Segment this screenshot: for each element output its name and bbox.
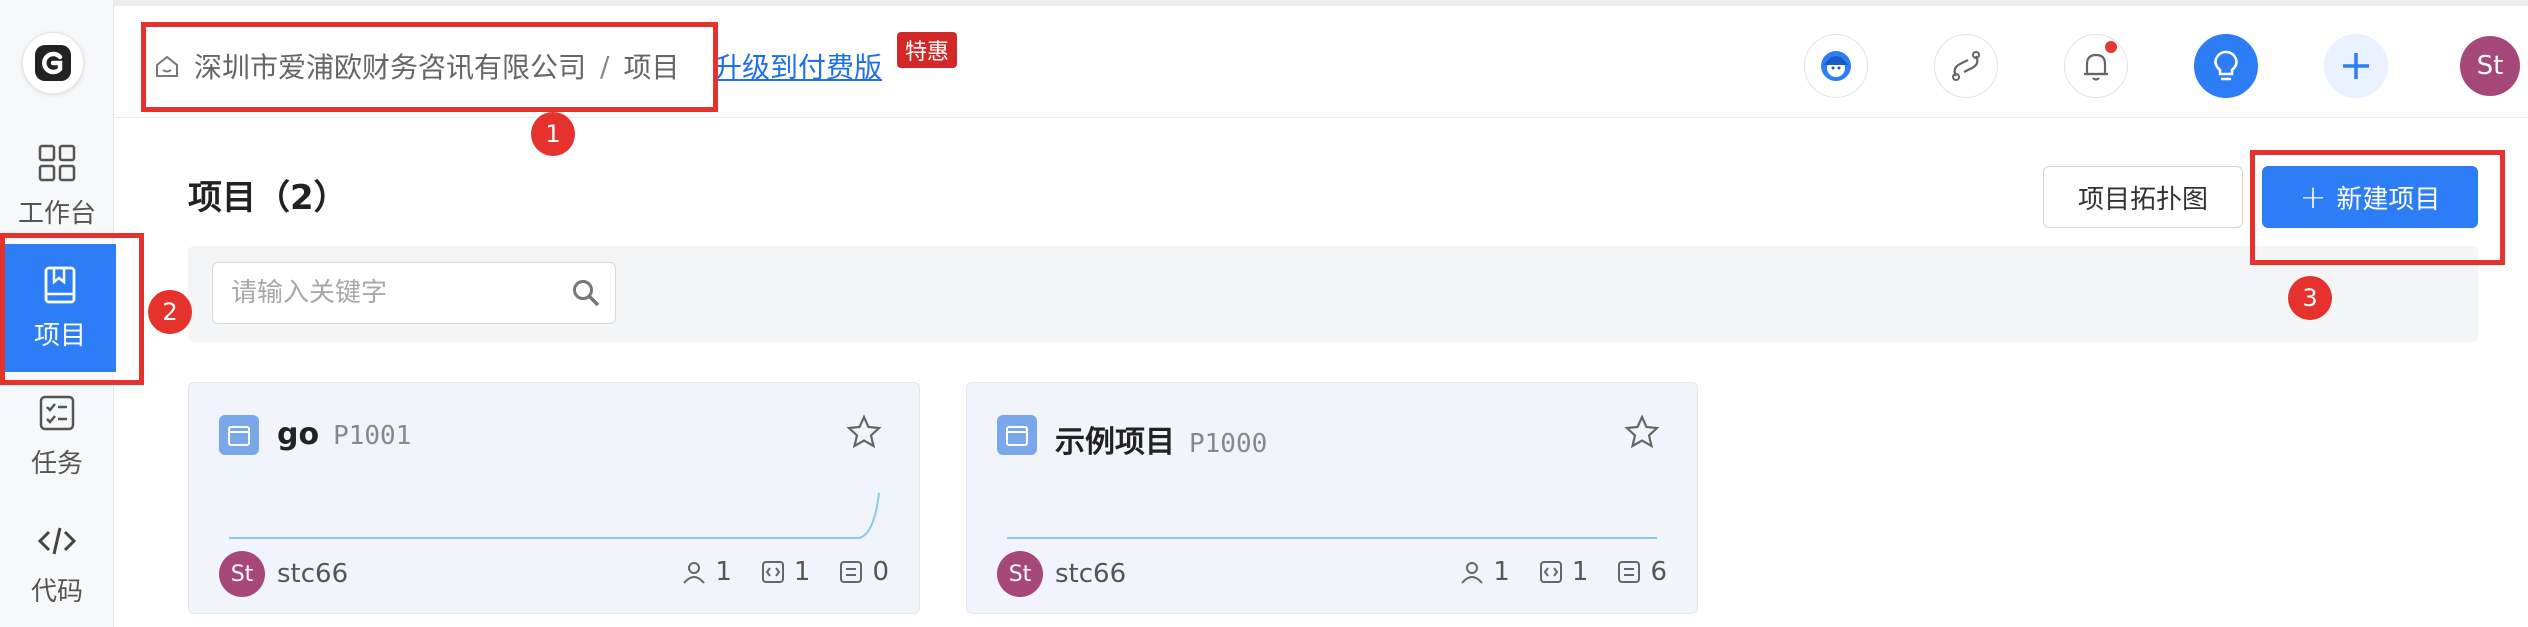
project-icon: [997, 415, 1037, 455]
activity-sparkline: [1007, 537, 1657, 539]
project-topology-button[interactable]: 项目拓扑图: [2043, 166, 2243, 228]
link-icon: [1952, 51, 1980, 81]
repos-count: 1: [793, 557, 811, 587]
owner-avatar: St: [997, 551, 1043, 597]
page-title: 项目（2）: [188, 178, 348, 218]
search-input[interactable]: [231, 263, 551, 323]
task-icon: [840, 561, 863, 583]
owner-name: stc66: [277, 559, 349, 589]
annotation-box-breadcrumb: [141, 22, 718, 112]
sidebar-item-label: 任务: [30, 448, 83, 479]
task-icon: [1618, 561, 1641, 583]
sidebar-item-code[interactable]: 代码: [0, 500, 114, 627]
members-count: 1: [1493, 557, 1510, 587]
app-logo[interactable]: [22, 32, 84, 94]
upgrade-link[interactable]: 升级到付费版: [714, 46, 882, 86]
user-icon: [1461, 562, 1484, 584]
annotation-box-projects: [0, 233, 144, 385]
lightbulb-icon: [2214, 50, 2238, 81]
logo-icon: [35, 45, 71, 81]
project-stats: 1 1 6: [1459, 557, 1667, 587]
project-owner: St stc66: [997, 551, 1126, 597]
project-code: P1000: [1189, 429, 1268, 459]
project-name[interactable]: go P1001: [277, 417, 411, 452]
tasks-stat: 6: [1616, 557, 1667, 587]
members-stat: 1: [1459, 557, 1510, 587]
tips-button[interactable]: [2194, 34, 2258, 98]
owner-name: stc66: [1055, 559, 1127, 589]
star-icon[interactable]: [845, 413, 883, 451]
star-icon[interactable]: [1623, 413, 1661, 451]
repos-stat: 1: [760, 557, 811, 587]
support-icon: [1821, 51, 1851, 81]
repo-icon: [761, 561, 784, 583]
tasks-count: 0: [872, 557, 889, 587]
promo-badge: 特惠: [897, 32, 958, 68]
search-box: [212, 262, 616, 324]
sidebar-item-label: 工作台: [17, 198, 96, 229]
annotation-number: 3: [2288, 276, 2332, 320]
user-avatar[interactable]: St: [2460, 36, 2520, 96]
quick-add-button[interactable]: [2324, 34, 2388, 98]
annotation-number: 2: [148, 290, 192, 334]
filter-toolbar: ⇅ ···: [188, 246, 2478, 342]
project-title: go: [277, 417, 320, 452]
sidebar-item-workbench[interactable]: 工作台: [0, 122, 114, 250]
members-count: 1: [715, 557, 732, 587]
tasks-count: 6: [1650, 557, 1667, 587]
support-button[interactable]: [1804, 34, 1868, 98]
notifications-button[interactable]: [2064, 34, 2128, 98]
plus-icon: [2343, 53, 2369, 79]
repos-stat: 1: [1538, 557, 1589, 587]
annotation-box-new-project: [2250, 150, 2505, 265]
project-stats: 1 1 0: [681, 557, 889, 587]
repos-count: 1: [1571, 557, 1589, 587]
sidebar-item-tasks[interactable]: 任务: [0, 372, 114, 500]
tasks-stat: 0: [838, 557, 889, 587]
link-button[interactable]: [1934, 34, 1998, 98]
project-title: 示例项目: [1055, 425, 1175, 460]
members-stat: 1: [681, 557, 732, 587]
repo-icon: [1539, 561, 1562, 583]
project-name[interactable]: 示例项目 P1000: [1055, 417, 1267, 461]
project-owner: St stc66: [219, 551, 348, 597]
user-icon: [683, 562, 706, 584]
code-icon: [37, 527, 77, 554]
bell-icon: [2084, 53, 2108, 81]
search-icon[interactable]: [571, 278, 601, 308]
checklist-icon: [39, 395, 75, 430]
annotation-number: 1: [531, 112, 575, 156]
project-code: P1001: [333, 421, 412, 451]
project-card[interactable]: 示例项目 P1000 St stc66 1 1 6: [966, 382, 1698, 614]
owner-avatar: St: [219, 551, 265, 597]
activity-sparkline: [229, 492, 880, 539]
grid-icon: [38, 144, 76, 181]
notification-dot: [2105, 41, 2117, 53]
project-icon: [219, 415, 259, 455]
sidebar-item-label: 代码: [30, 576, 83, 607]
project-card[interactable]: go P1001 St stc66 1 1 0: [188, 382, 920, 614]
